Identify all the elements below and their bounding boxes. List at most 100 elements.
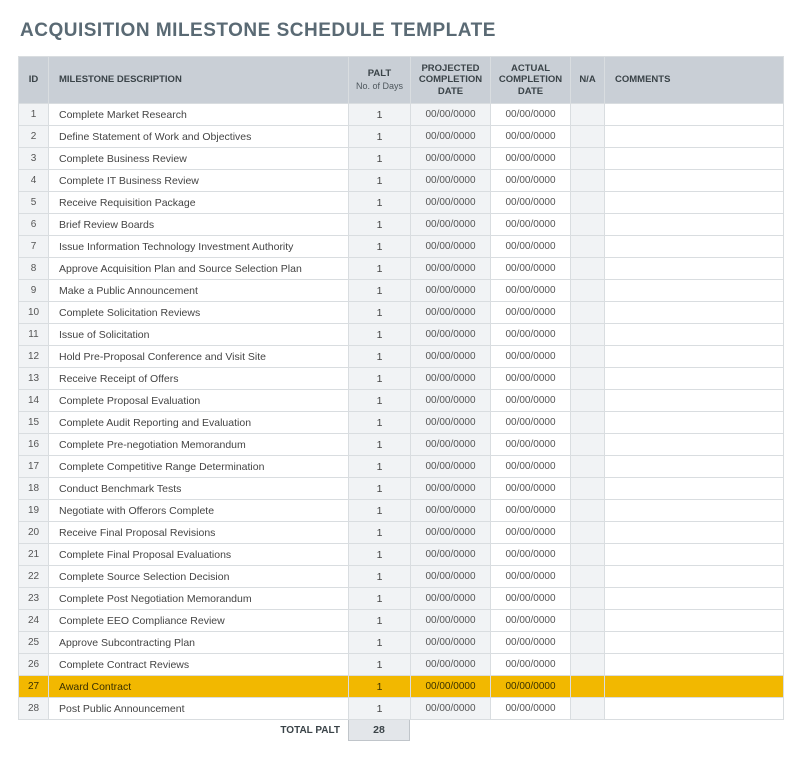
cell-na [571,170,605,192]
cell-proj: 00/00/0000 [411,478,491,500]
cell-palt: 1 [349,236,411,258]
cell-id: 10 [19,302,49,324]
cell-palt: 1 [349,368,411,390]
cell-act: 00/00/0000 [491,434,571,456]
cell-act: 00/00/0000 [491,456,571,478]
table-row: 4Complete IT Business Review100/00/00000… [19,170,784,192]
cell-comm [605,346,784,368]
cell-id: 18 [19,478,49,500]
cell-act: 00/00/0000 [491,258,571,280]
cell-comm [605,368,784,390]
cell-na [571,434,605,456]
table-row: 27Award Contract100/00/000000/00/0000 [19,676,784,698]
cell-na [571,522,605,544]
cell-proj: 00/00/0000 [411,412,491,434]
table-row: 25Approve Subcontracting Plan100/00/0000… [19,632,784,654]
cell-palt: 1 [349,434,411,456]
cell-id: 17 [19,456,49,478]
cell-proj: 00/00/0000 [411,588,491,610]
cell-act: 00/00/0000 [491,544,571,566]
cell-palt: 1 [349,390,411,412]
cell-id: 15 [19,412,49,434]
table-row: 13Receive Receipt of Offers100/00/000000… [19,368,784,390]
cell-na [571,280,605,302]
cell-palt: 1 [349,654,411,676]
cell-comm [605,324,784,346]
cell-comm [605,258,784,280]
cell-act: 00/00/0000 [491,214,571,236]
cell-desc: Approve Acquisition Plan and Source Sele… [49,258,349,280]
table-row: 28Post Public Announcement100/00/000000/… [19,698,784,720]
table-row: 14Complete Proposal Evaluation1 00/00/000… [19,390,784,412]
cell-desc: Brief Review Boards [49,214,349,236]
cell-proj: 00/00/0000 [411,456,491,478]
table-row: 18Conduct Benchmark Tests100/00/000000/0… [19,478,784,500]
cell-act: 00/00/0000 [491,500,571,522]
cell-comm [605,434,784,456]
cell-act: 00/00/0000 [491,104,571,126]
cell-comm [605,698,784,720]
cell-comm [605,566,784,588]
cell-palt: 1 [349,126,411,148]
cell-palt: 1 [349,280,411,302]
cell-palt: 1 [349,214,411,236]
cell-palt: 1 [349,544,411,566]
cell-desc: Receive Final Proposal Revisions [49,522,349,544]
cell-proj: 00/00/0000 [411,236,491,258]
cell-comm [605,610,784,632]
cell-comm [605,456,784,478]
cell-id: 22 [19,566,49,588]
cell-palt: 1 [349,346,411,368]
cell-id: 20 [19,522,49,544]
cell-act: 00/00/0000 [491,698,571,720]
cell-comm [605,192,784,214]
cell-id: 27 [19,676,49,698]
cell-id: 25 [19,632,49,654]
cell-act: 00/00/0000 [491,654,571,676]
cell-proj: 00/00/0000 [411,302,491,324]
cell-act: 00/00/0000 [491,522,571,544]
cell-desc: Complete Source Selection Decision [49,566,349,588]
cell-act: 00/00/0000 [491,236,571,258]
cell-desc: Hold Pre-Proposal Conference and Visit S… [49,346,349,368]
cell-palt: 1 [349,324,411,346]
cell-desc: Complete Proposal Evaluation [49,390,349,412]
cell-proj: 00/00/0000 [411,544,491,566]
cell-id: 21 [19,544,49,566]
cell-comm [605,148,784,170]
cell-id: 24 [19,610,49,632]
cell-na [571,236,605,258]
cell-na [571,126,605,148]
table-header-row: ID MILESTONE DESCRIPTION PALT No. of Day… [19,57,784,104]
cell-na [571,258,605,280]
cell-id: 11 [19,324,49,346]
table-row: 5Receive Requisition Package100/00/00000… [19,192,784,214]
cell-palt: 1 [349,588,411,610]
cell-na [571,192,605,214]
cell-desc: Make a Public Announcement [49,280,349,302]
cell-desc: Approve Subcontracting Plan [49,632,349,654]
cell-desc: Negotiate with Offerors Complete [49,500,349,522]
cell-desc: Post Public Announcement [49,698,349,720]
cell-palt: 1 [349,478,411,500]
cell-desc: Complete Competitive Range Determination [49,456,349,478]
cell-act: 00/00/0000 [491,566,571,588]
cell-comm [605,654,784,676]
cell-act: 00/00/0000 [491,610,571,632]
cell-act: 00/00/0000 [491,390,571,412]
cell-na [571,588,605,610]
cell-na [571,346,605,368]
cell-id: 14 [19,390,49,412]
cell-palt: 1 [349,456,411,478]
cell-na [571,148,605,170]
cell-id: 2 [19,126,49,148]
table-row: 16Complete Pre-negotiation Memorandum100… [19,434,784,456]
cell-na [571,456,605,478]
table-row: 9Make a Public Announcement100/00/000000… [19,280,784,302]
cell-desc: Complete Contract Reviews [49,654,349,676]
cell-palt: 1 [349,412,411,434]
table-row: 12Hold Pre-Proposal Conference and Visit… [19,346,784,368]
table-row: 15Complete Audit Reporting and Evaluatio… [19,412,784,434]
cell-desc: Complete Market Research [49,104,349,126]
cell-comm [605,170,784,192]
